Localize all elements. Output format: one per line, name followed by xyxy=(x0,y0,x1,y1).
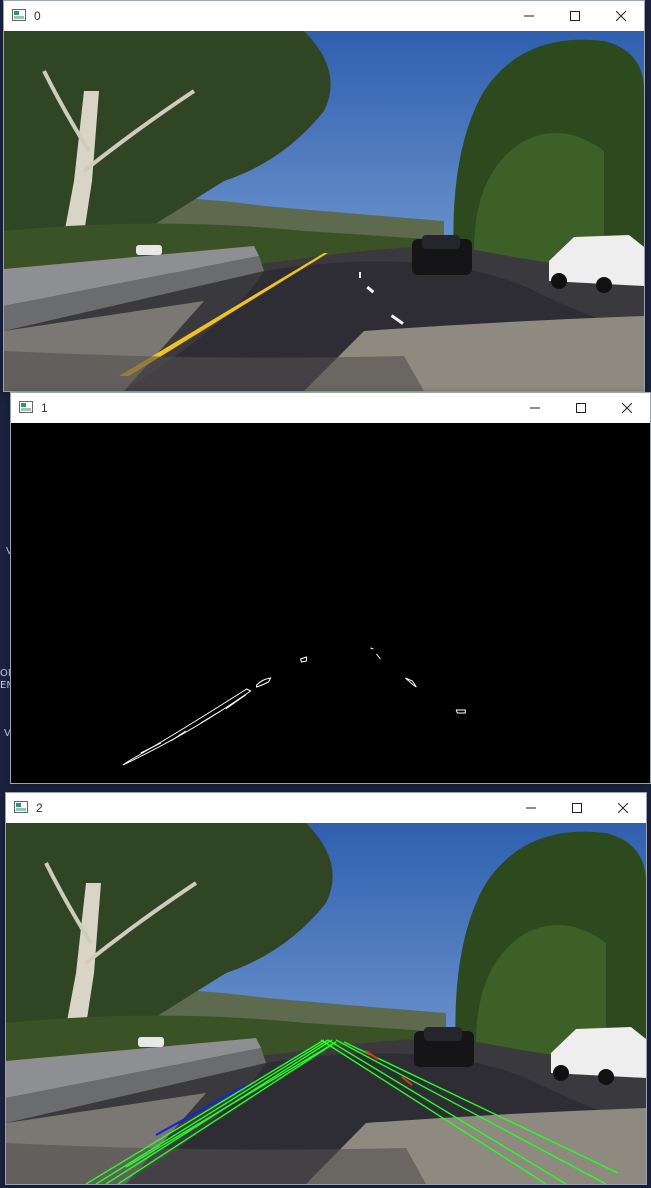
maximize-button[interactable] xyxy=(554,793,600,823)
close-icon xyxy=(616,11,626,21)
close-button[interactable] xyxy=(604,393,650,423)
title-bar[interactable]: 0 xyxy=(4,1,644,31)
window-title: 0 xyxy=(34,9,41,23)
opencv-window-icon xyxy=(12,9,26,21)
image-original xyxy=(4,31,644,391)
window-2[interactable]: 2 xyxy=(5,792,647,1185)
title-bar[interactable]: 1 xyxy=(11,393,650,423)
maximize-icon xyxy=(576,403,586,413)
maximize-icon xyxy=(570,11,580,21)
close-button[interactable] xyxy=(598,1,644,31)
maximize-button[interactable] xyxy=(552,1,598,31)
minimize-icon xyxy=(524,15,534,17)
opencv-window-icon xyxy=(14,801,28,813)
minimize-icon xyxy=(530,407,540,409)
window-title: 1 xyxy=(41,401,48,415)
close-icon xyxy=(622,403,632,413)
window-1[interactable]: 1 xyxy=(10,392,651,784)
minimize-icon xyxy=(526,807,536,809)
close-button[interactable] xyxy=(600,793,646,823)
title-bar[interactable]: 2 xyxy=(6,793,646,823)
minimize-button[interactable] xyxy=(508,793,554,823)
maximize-button[interactable] xyxy=(558,393,604,423)
window-title: 2 xyxy=(36,801,43,815)
image-edges xyxy=(11,423,650,783)
minimize-button[interactable] xyxy=(512,393,558,423)
minimize-button[interactable] xyxy=(506,1,552,31)
image-lane-lines xyxy=(6,823,646,1184)
close-icon xyxy=(618,803,628,813)
maximize-icon xyxy=(572,803,582,813)
window-0[interactable]: 0 xyxy=(3,0,645,392)
opencv-window-icon xyxy=(19,401,33,413)
